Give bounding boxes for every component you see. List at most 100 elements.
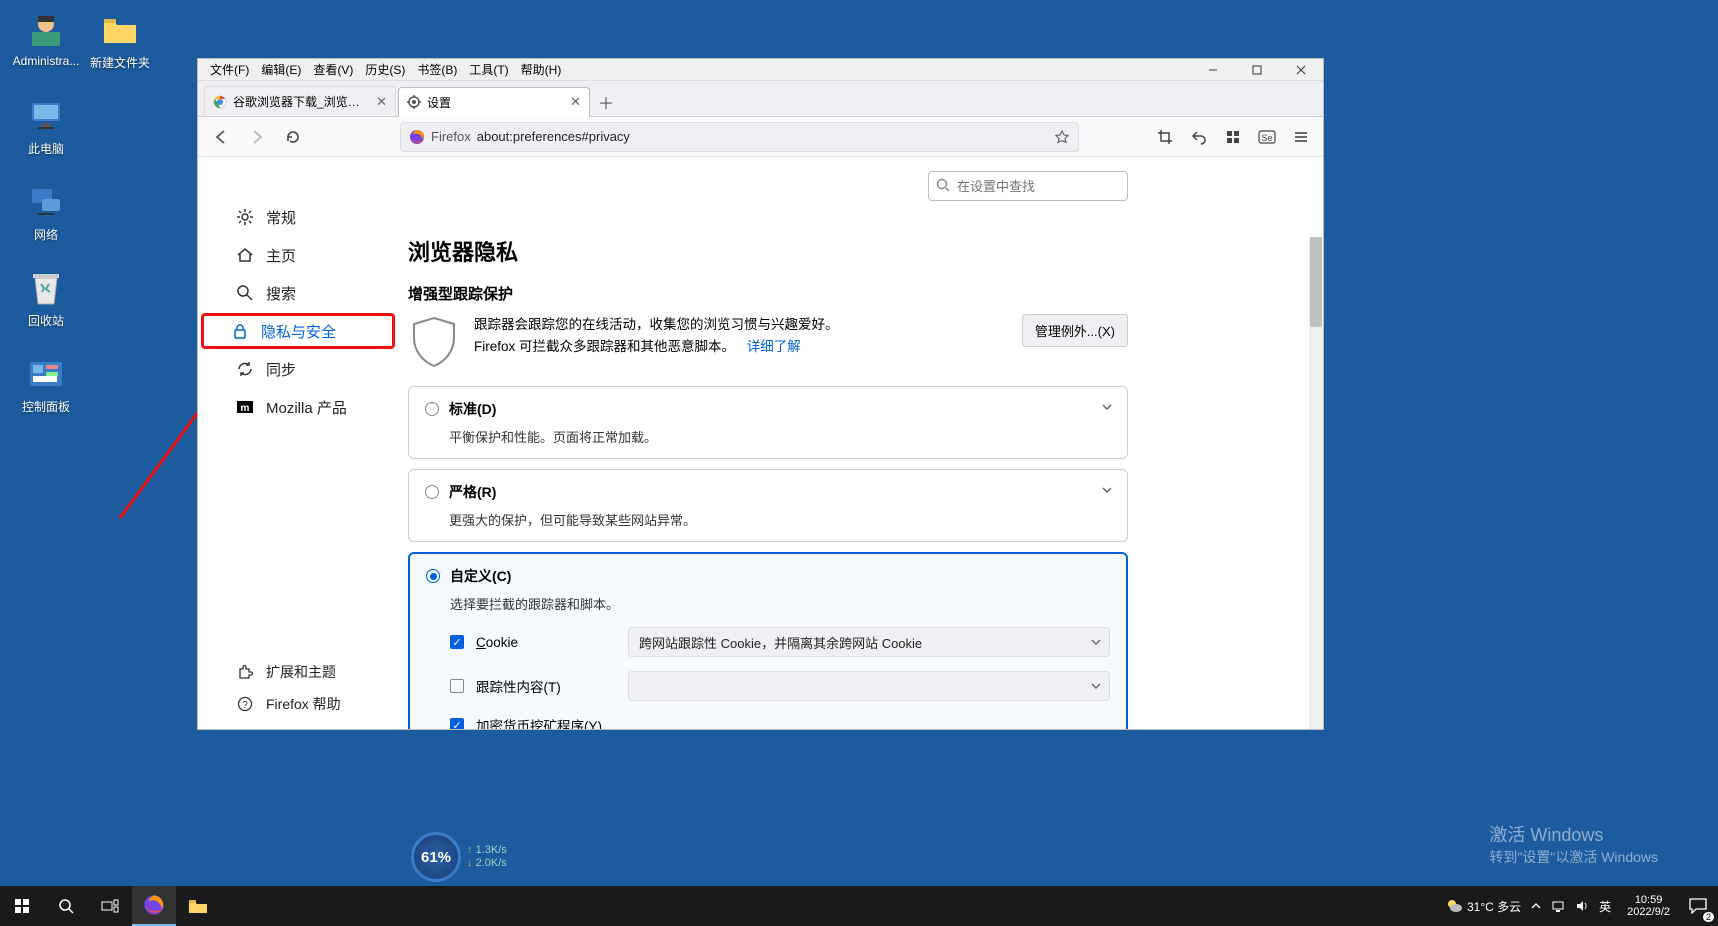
tracker-desc-line1: 跟踪器会跟踪您的在线活动，收集您的浏览习惯与兴趣爱好。 xyxy=(474,314,1008,336)
menubar: 文件(F) 编辑(E) 查看(V) 历史(S) 书签(B) 工具(T) 帮助(H… xyxy=(198,59,1323,81)
mozilla-icon: m xyxy=(236,398,254,416)
tray-volume-icon[interactable] xyxy=(1575,899,1589,913)
gear-favicon-icon xyxy=(407,95,421,109)
toolbar-crop-icon[interactable] xyxy=(1151,123,1179,151)
toolbar-grid-icon[interactable] xyxy=(1219,123,1247,151)
menu-view[interactable]: 查看(V) xyxy=(307,61,359,78)
sidebar-item-privacy[interactable]: 隐私与安全 xyxy=(201,313,395,349)
lock-icon xyxy=(231,322,249,340)
taskbar-search-button[interactable] xyxy=(44,886,88,926)
menu-edit[interactable]: 编辑(E) xyxy=(255,61,307,78)
menu-bookmarks[interactable]: 书签(B) xyxy=(411,61,463,78)
desktop-icon-thispc[interactable]: 此电脑 xyxy=(10,96,82,157)
radio-standard[interactable] xyxy=(425,402,439,416)
reload-button[interactable] xyxy=(278,122,308,152)
svg-text:m: m xyxy=(241,403,250,414)
sidebar-item-general[interactable]: 常规 xyxy=(206,199,390,235)
computer-icon xyxy=(26,96,66,136)
option-desc: 更强大的保护，但可能导致某些网站异常。 xyxy=(449,510,1111,529)
taskbar-firefox[interactable] xyxy=(132,886,176,926)
option-desc: 选择要拦截的跟踪器和脚本。 xyxy=(450,594,1110,613)
option-strict[interactable]: 严格(R) 更强大的保护，但可能导致某些网站异常。 xyxy=(408,469,1128,542)
sidebar-item-extensions[interactable]: 扩展和主题 xyxy=(206,657,390,687)
browser-window: 文件(F) 编辑(E) 查看(V) 历史(S) 书签(B) 工具(T) 帮助(H… xyxy=(197,58,1324,730)
tray-network-icon[interactable] xyxy=(1551,899,1565,913)
chrome-favicon-icon xyxy=(213,95,227,109)
checkbox-crypto[interactable]: ✓ xyxy=(450,718,464,729)
chevron-down-icon[interactable] xyxy=(1101,401,1113,413)
nav-toolbar: Firefox about:preferences#privacy Se xyxy=(198,117,1323,157)
option-standard[interactable]: 标准(D) 平衡保护和性能。页面将正常加载。 xyxy=(408,386,1128,459)
weather-widget[interactable]: 31°C 多云 xyxy=(1445,897,1521,915)
help-icon: ? xyxy=(236,696,254,712)
checkbox-label: 跟踪性内容(T) xyxy=(476,676,616,696)
tab-title: 设置 xyxy=(427,94,564,111)
menu-tools[interactable]: 工具(T) xyxy=(463,61,514,78)
back-button[interactable] xyxy=(206,122,236,152)
sidebar-item-search[interactable]: 搜索 xyxy=(206,275,390,311)
desktop-label: 回收站 xyxy=(10,312,82,329)
forward-button[interactable] xyxy=(242,122,272,152)
user-icon xyxy=(26,10,66,50)
tab-close-icon[interactable]: ✕ xyxy=(376,94,387,110)
window-maximize-button[interactable] xyxy=(1235,59,1279,81)
network-monitor-widget[interactable]: 61% 1.3K/s 2.0K/s xyxy=(411,832,507,882)
taskbar-clock[interactable]: 10:59 2022/9/2 xyxy=(1619,894,1678,918)
desktop-icon-newfolder[interactable]: 新建文件夹 xyxy=(84,10,156,71)
start-button[interactable] xyxy=(0,886,44,926)
window-minimize-button[interactable] xyxy=(1191,59,1235,81)
chevron-down-icon[interactable] xyxy=(1101,484,1113,496)
desktop-icon-network[interactable]: 网络 xyxy=(10,182,82,243)
cookie-select[interactable]: 跨网站跟踪性 Cookie，并隔离其余跨网站 Cookie xyxy=(628,627,1110,657)
tab-inactive[interactable]: 谷歌浏览器下载_浏览器官网入口 ✕ xyxy=(204,86,396,116)
sidebar-label: 隐私与安全 xyxy=(261,321,336,342)
notification-center-button[interactable]: 2 xyxy=(1678,886,1718,926)
tab-close-icon[interactable]: ✕ xyxy=(570,94,581,110)
desktop-icon-controlpanel[interactable]: 控制面板 xyxy=(10,354,82,415)
menu-help[interactable]: 帮助(H) xyxy=(515,61,568,78)
hamburger-menu-icon[interactable] xyxy=(1287,123,1315,151)
checkbox-cookie[interactable]: ✓ xyxy=(450,635,464,649)
option-label: 严格(R) xyxy=(449,482,496,502)
radio-strict[interactable] xyxy=(425,485,439,499)
sidebar-label: 搜索 xyxy=(266,283,296,304)
sidebar-item-help[interactable]: ? Firefox 帮助 xyxy=(206,689,390,719)
sidebar-item-sync[interactable]: 同步 xyxy=(206,351,390,387)
firefox-logo-icon xyxy=(409,129,425,145)
sidebar-label: Firefox 帮助 xyxy=(266,694,341,714)
chevron-down-icon xyxy=(1091,637,1101,647)
bookmark-star-icon[interactable] xyxy=(1054,129,1070,145)
menu-history[interactable]: 历史(S) xyxy=(359,61,411,78)
radio-custom[interactable] xyxy=(426,569,440,583)
task-view-button[interactable] xyxy=(88,886,132,926)
sidebar-item-home[interactable]: 主页 xyxy=(206,237,390,273)
settings-search-input[interactable] xyxy=(928,171,1128,201)
sidebar-label: 常规 xyxy=(266,207,296,228)
address-bar[interactable]: Firefox about:preferences#privacy xyxy=(400,122,1079,152)
checkbox-tracking[interactable] xyxy=(450,679,464,693)
tracker-desc-line2: Firefox 可拦截众多跟踪器和其他恶意脚本。 xyxy=(474,339,735,354)
taskbar-explorer[interactable] xyxy=(176,886,220,926)
ime-indicator[interactable]: 英 xyxy=(1599,898,1611,915)
window-close-button[interactable] xyxy=(1279,59,1323,81)
desktop-icon-admin[interactable]: Administra... xyxy=(10,10,82,68)
scrollbar-thumb[interactable] xyxy=(1310,237,1322,327)
svg-text:?: ? xyxy=(242,700,248,711)
sidebar-item-mozilla[interactable]: m Mozilla 产品 xyxy=(206,389,390,425)
new-tab-button[interactable]: ＋ xyxy=(592,88,620,116)
option-custom[interactable]: 自定义(C) 选择要拦截的跟踪器和脚本。 ✓ CCookieookie 跨网站跟… xyxy=(408,552,1128,729)
tray-chevron-icon[interactable] xyxy=(1531,901,1541,911)
toolbar-se-icon[interactable]: Se xyxy=(1253,123,1281,151)
shield-icon xyxy=(408,314,460,370)
toolbar-undo-icon[interactable] xyxy=(1185,123,1213,151)
menu-file[interactable]: 文件(F) xyxy=(204,61,255,78)
tab-title: 谷歌浏览器下载_浏览器官网入口 xyxy=(233,93,370,110)
taskbar: 31°C 多云 英 10:59 2022/9/2 2 xyxy=(0,886,1718,926)
sidebar-label: 同步 xyxy=(266,359,296,380)
desktop-icon-recycle[interactable]: 回收站 xyxy=(10,268,82,329)
tab-active[interactable]: 设置 ✕ xyxy=(398,87,590,117)
learn-more-link[interactable]: 详细了解 xyxy=(747,339,801,354)
scrollbar-track[interactable] xyxy=(1309,237,1323,729)
tracking-select[interactable] xyxy=(628,671,1110,701)
manage-exceptions-button[interactable]: 管理例外...(X) xyxy=(1022,314,1128,347)
